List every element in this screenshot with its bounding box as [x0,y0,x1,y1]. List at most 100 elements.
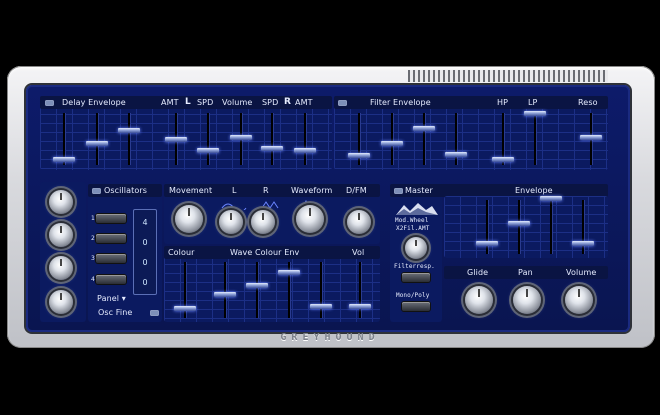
delay-slider-spd-l-track [207,113,209,165]
osc-1-level-knob[interactable] [49,190,73,214]
movement-knob[interactable] [175,205,203,233]
delay-enable-led[interactable] [45,100,54,106]
master-env-slider-4[interactable] [572,241,594,246]
filter-slider-4[interactable] [445,152,467,157]
delay-slider-spd-r[interactable] [261,146,283,151]
glide-knob[interactable] [465,286,493,314]
osc-fine-label: Osc Fine [98,308,133,317]
delay-label-spd-l: SPD [197,98,214,107]
osc-2-value: 0 [142,238,148,247]
pan-knob[interactable] [513,286,541,314]
delay-slider-volume[interactable] [230,135,252,140]
wave-env-slider-4-track [320,262,322,318]
wave-env-slider-1-track [224,262,226,318]
wave-env-slider-4[interactable] [310,304,332,309]
filter-slider-3-track [423,113,425,165]
wave-env-slider-3[interactable] [278,270,300,275]
master-title: Master [405,186,433,195]
colour-label: Colour [168,248,195,257]
mono-poly-label: Mono/Poly [396,292,430,299]
osc-fine-led[interactable] [150,310,159,316]
panel-dropdown[interactable]: Panel ▾ [97,294,126,303]
filter-slider-2-track [391,113,393,165]
filter-slider-4-track [455,113,457,165]
filter-slider-3[interactable] [413,126,435,131]
delay-label-amt-r: AMT [295,98,313,107]
colour-vol-slider-track [359,262,361,318]
dfm-knob[interactable] [347,210,371,234]
movement-r-label: R [263,186,269,195]
osc-4-select-button[interactable] [96,275,126,284]
delay-slider-spd-l[interactable] [197,148,219,153]
dfm-label: D/FM [346,186,367,195]
delay-label-l: L [185,97,191,107]
mod-wheel-label: Mod.Wheel [395,217,429,224]
delay-label-spd-r: SPD [262,98,279,107]
filter-slider-lp-track [534,113,536,165]
mod-wheel-sub-label: X2Fil.AMT [396,225,430,232]
colour-slider[interactable] [174,306,196,311]
master-volume-label: Volume [566,268,597,277]
osc-2-number: 2 [91,235,95,242]
movement-label: Movement [169,186,213,195]
osc-4-number: 4 [91,276,95,283]
delay-slider-spd-r-track [271,113,273,165]
filter-resp-button[interactable] [402,273,430,282]
master-enable-led[interactable] [394,188,403,194]
delay-slider-amt-r[interactable] [294,148,316,153]
pan-label: Pan [518,268,533,277]
colour-vol-label: Vol [352,248,365,257]
delay-slider-3[interactable] [118,128,140,133]
mountain-logo-icon [396,203,438,215]
master-env-slider-3[interactable] [540,196,562,201]
filter-label-lp: LP [528,98,538,107]
wave-env-slider-2[interactable] [246,283,268,288]
delay-slider-1[interactable] [53,157,75,162]
filter-slider-reso[interactable] [580,135,602,140]
master-env-slider-1[interactable] [476,241,498,246]
wave-colour-env-label: Wave Colour Env [230,248,300,257]
delay-slider-amt-r-track [304,113,306,165]
mod-wheel-knob[interactable] [405,237,427,259]
oscillators-title: Oscillators [104,186,148,195]
osc-1-number: 1 [91,215,95,222]
filter-label-hp: HP [497,98,509,107]
osc-3-value: 0 [142,258,148,267]
delay-slider-3-track [128,113,130,165]
brand-logo: GREYHOUND [280,332,380,343]
master-env-slider-3-track [550,200,552,254]
filter-slider-1[interactable] [348,153,370,158]
glide-label: Glide [467,268,489,277]
master-volume-knob[interactable] [565,286,593,314]
delay-label-r: R [284,97,292,107]
osc-3-select-button[interactable] [96,254,126,263]
filter-slider-hp[interactable] [492,157,514,162]
colour-vol-slider[interactable] [349,304,371,309]
movement-l-knob[interactable] [219,210,243,234]
filter-slider-2[interactable] [381,141,403,146]
waveform-knob[interactable] [296,205,324,233]
filter-enable-led[interactable] [338,100,347,106]
delay-slider-amt-l[interactable] [165,137,187,142]
osc-1-value: 4 [142,218,148,227]
osc-1-select-button[interactable] [96,214,126,223]
mono-poly-button[interactable] [402,302,430,311]
filter-title: Filter Envelope [370,98,431,107]
filter-slider-lp[interactable] [524,111,546,116]
osc-4-value: 0 [142,278,148,287]
movement-l-label: L [232,186,237,195]
master-env-slider-2[interactable] [508,221,530,226]
wave-env-slider-1[interactable] [214,292,236,297]
vent-grille [408,70,608,82]
osc-2-select-button[interactable] [96,234,126,243]
wave-env-slider-2-track [256,262,258,318]
osc-2-level-knob[interactable] [49,223,73,247]
osc-4-level-knob[interactable] [49,290,73,314]
osc-3-level-knob[interactable] [49,256,73,280]
waveform-label: Waveform [291,186,333,195]
delay-label-amt-l: AMT [161,98,179,107]
oscillators-enable-led[interactable] [92,188,101,194]
delay-slider-2[interactable] [86,141,108,146]
filter-label-reso: Reso [578,98,598,107]
movement-r-knob[interactable] [251,210,275,234]
